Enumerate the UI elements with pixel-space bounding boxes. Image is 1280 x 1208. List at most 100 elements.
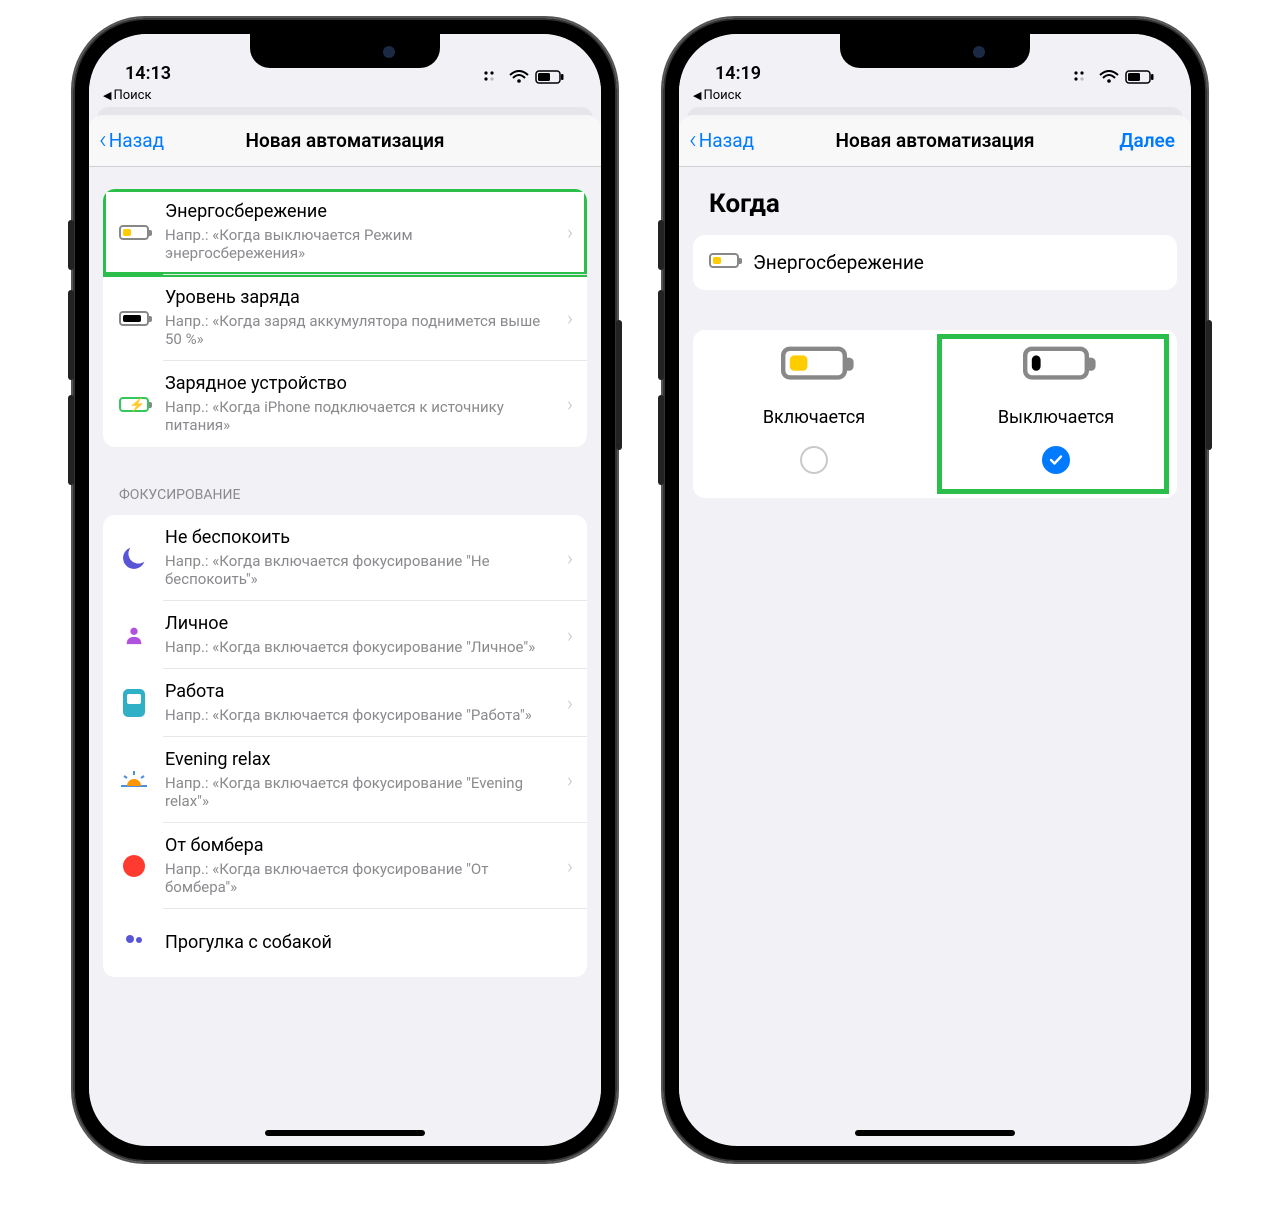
- row-title: Evening relax: [165, 749, 553, 772]
- volume-down-button[interactable]: [658, 395, 664, 485]
- page-title: Новая автоматизация: [103, 129, 587, 152]
- section-header-focus: ФОКУСИРОВАНИЕ: [89, 463, 601, 509]
- row-subtitle: Напр.: «Когда выключается Режим энергосб…: [165, 226, 553, 264]
- trigger-group-power: Энергосбережение Напр.: «Когда выключает…: [103, 189, 587, 447]
- row-low-power-mode[interactable]: Энергосбережение Напр.: «Когда выключает…: [103, 189, 587, 275]
- power-button[interactable]: [616, 320, 622, 450]
- row-battery-level[interactable]: Уровень заряда Напр.: «Когда заряд аккум…: [103, 275, 587, 361]
- chevron-right-icon: ›: [567, 392, 573, 416]
- chevron-right-icon: ›: [567, 623, 573, 647]
- chevron-right-icon: ›: [567, 306, 573, 330]
- row-subtitle: Напр.: «Когда включается фокусирование "…: [165, 706, 553, 725]
- row-do-not-disturb[interactable]: Не беспокоить Напр.: «Когда включается ф…: [103, 515, 587, 601]
- row-title: Энергосбережение: [165, 201, 553, 224]
- badge-icon: [117, 689, 151, 717]
- nav-bar: ‹ Назад Новая автоматизация Далее: [679, 115, 1191, 167]
- status-time: 14:13: [125, 63, 171, 84]
- selected-trigger-row: Энергосбережение: [693, 235, 1177, 290]
- row-subtitle: Напр.: «Когда включается фокусирование "…: [165, 552, 553, 590]
- mute-switch[interactable]: [68, 220, 74, 270]
- notch: [250, 34, 440, 68]
- breadcrumb-label: Поиск: [113, 88, 151, 103]
- home-indicator[interactable]: [855, 1130, 1015, 1136]
- row-subtitle: Напр.: «Когда включается фокусирование "…: [165, 860, 553, 898]
- row-title: Уровень заряда: [165, 287, 553, 310]
- back-button[interactable]: ‹ Назад: [689, 129, 754, 152]
- back-triangle-icon: ◀: [103, 89, 111, 102]
- volume-up-button[interactable]: [68, 290, 74, 380]
- wifi-icon: [1099, 70, 1119, 84]
- notch: [840, 34, 1030, 68]
- options-card: Включается Выключается: [693, 330, 1177, 498]
- row-title: Личное: [165, 613, 553, 636]
- charger-icon: ⚡: [117, 397, 151, 412]
- selected-trigger-card: Энергосбережение: [693, 235, 1177, 290]
- chevron-left-icon: ‹: [689, 130, 697, 151]
- back-button[interactable]: ‹ Назад: [99, 129, 164, 152]
- highlight-box: [937, 334, 1169, 494]
- phone-right: 14:19 ◀ Поиск ‹ Назад Н: [665, 20, 1205, 1160]
- chevron-right-icon: ›: [567, 691, 573, 715]
- battery-low-power-icon: [117, 225, 151, 240]
- status-time: 14:19: [715, 63, 761, 84]
- section-heading-when: Когда: [679, 167, 1191, 225]
- content-area[interactable]: Когда Энергосбережение Включается: [679, 167, 1191, 1139]
- option-label: Включается: [763, 407, 865, 428]
- chevron-right-icon: ›: [567, 768, 573, 792]
- person-icon: [117, 624, 151, 646]
- row-title: Работа: [165, 681, 553, 704]
- battery-low-power-icon: [709, 253, 739, 272]
- volume-up-button[interactable]: [658, 290, 664, 380]
- phone-left: 14:13 ◀ Поиск ‹ Назад Н: [75, 20, 615, 1160]
- row-title: Не беспокоить: [165, 527, 553, 550]
- row-subtitle: Напр.: «Когда включается фокусирование "…: [165, 774, 553, 812]
- back-to-app[interactable]: ◀ Поиск: [679, 86, 1191, 107]
- row-personal[interactable]: Личное Напр.: «Когда включается фокусиро…: [103, 601, 587, 669]
- content-area[interactable]: Энергосбережение Напр.: «Когда выключает…: [89, 167, 601, 1139]
- mute-switch[interactable]: [658, 220, 664, 270]
- breadcrumb-label: Поиск: [703, 88, 741, 103]
- cellular-icon: [1073, 70, 1093, 84]
- red-dot-icon: [117, 855, 151, 877]
- chevron-right-icon: ›: [567, 854, 573, 878]
- chevron-right-icon: ›: [567, 220, 573, 244]
- power-button[interactable]: [1206, 320, 1212, 450]
- row-subtitle: Напр.: «Когда iPhone подключается к исто…: [165, 398, 553, 436]
- row-evening-relax[interactable]: Evening relax Напр.: «Когда включается ф…: [103, 737, 587, 823]
- cellular-icon: [483, 70, 503, 84]
- page-title: Новая автоматизация: [693, 129, 1177, 152]
- radio-unchecked-icon[interactable]: [800, 446, 828, 474]
- row-subtitle: Напр.: «Когда заряд аккумулятора подниме…: [165, 312, 553, 350]
- home-indicator[interactable]: [265, 1130, 425, 1136]
- nav-bar: ‹ Назад Новая автоматизация: [89, 115, 601, 167]
- row-ot-bombera[interactable]: От бомбера Напр.: «Когда включается фоку…: [103, 823, 587, 909]
- back-to-app[interactable]: ◀ Поиск: [89, 86, 601, 107]
- back-triangle-icon: ◀: [693, 89, 701, 102]
- back-label: Назад: [109, 129, 164, 152]
- row-title: От бомбера: [165, 835, 553, 858]
- row-charger[interactable]: ⚡ Зарядное устройство Напр.: «Когда iPho…: [103, 361, 587, 447]
- status-icons: [483, 70, 565, 84]
- row-dog-walk[interactable]: Прогулка с собакой: [103, 909, 587, 977]
- battery-icon: [1125, 70, 1155, 84]
- selected-trigger-label: Энергосбережение: [753, 251, 924, 274]
- status-icons: [1073, 70, 1155, 84]
- row-work[interactable]: Работа Напр.: «Когда включается фокусиро…: [103, 669, 587, 737]
- battery-level-icon: [117, 311, 151, 326]
- people-icon: [117, 933, 151, 953]
- row-title: Прогулка с собакой: [165, 932, 573, 955]
- next-button[interactable]: Далее: [1119, 129, 1175, 152]
- chevron-left-icon: ‹: [99, 130, 107, 151]
- trigger-group-focus: Не беспокоить Напр.: «Когда включается ф…: [103, 515, 587, 977]
- sunset-icon: [117, 769, 151, 791]
- volume-down-button[interactable]: [68, 395, 74, 485]
- battery-on-icon: [781, 347, 847, 389]
- back-label: Назад: [699, 129, 754, 152]
- wifi-icon: [509, 70, 529, 84]
- row-title: Зарядное устройство: [165, 373, 553, 396]
- option-turns-on[interactable]: Включается: [693, 358, 935, 474]
- row-subtitle: Напр.: «Когда включается фокусирование "…: [165, 638, 553, 657]
- moon-icon: [117, 547, 151, 569]
- battery-icon: [535, 70, 565, 84]
- chevron-right-icon: ›: [567, 546, 573, 570]
